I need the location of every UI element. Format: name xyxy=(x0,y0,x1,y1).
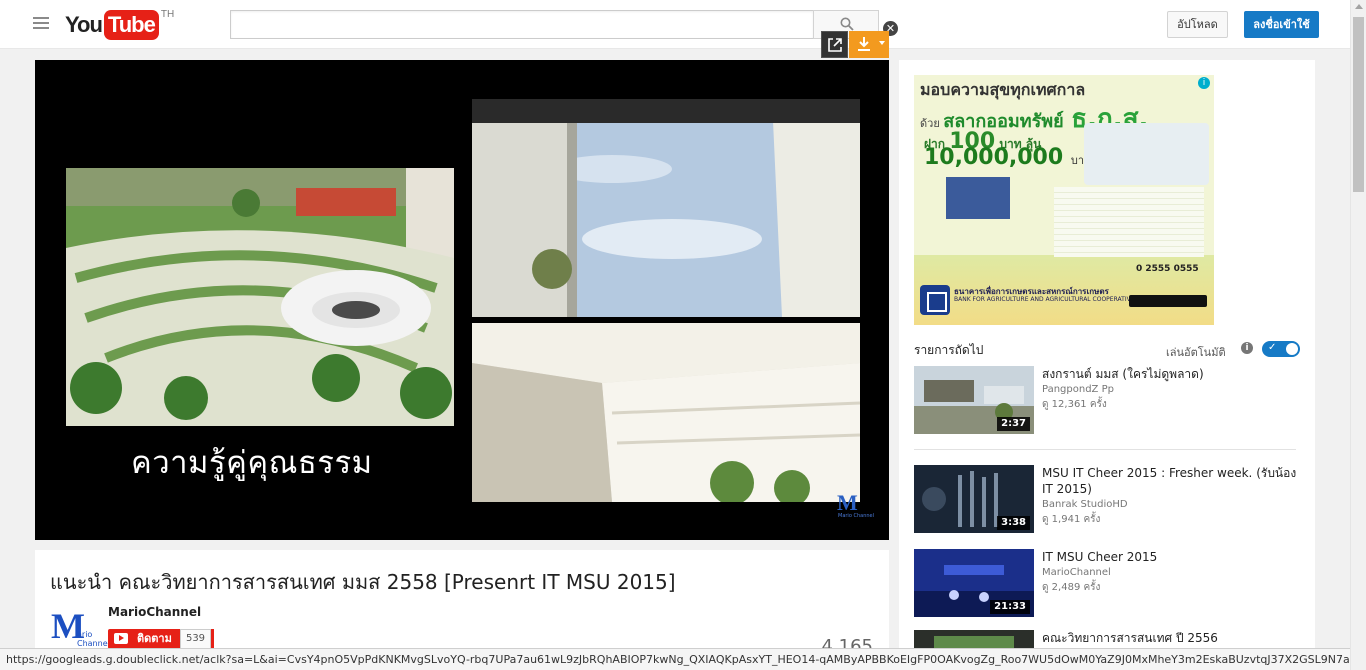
channel-watermark-sub: Mario Channel xyxy=(838,513,874,519)
ad-prize-amount: 10,000,000 xyxy=(924,145,1064,170)
video-caption-overlay: ความรู้คู่คุณธรรม xyxy=(131,445,373,481)
autoplay-label: เล่นอัตโนมัติ xyxy=(1166,346,1226,359)
youtube-play-icon xyxy=(114,633,128,644)
upload-button[interactable]: อัปโหลด xyxy=(1167,11,1228,38)
ad-map-image xyxy=(946,177,1010,219)
recommended-channel: PangpondZ Pp xyxy=(1042,384,1114,395)
autoplay-toggle[interactable]: ✓ xyxy=(1262,341,1300,357)
recommended-title-text: IT MSU Cheer 2015 xyxy=(1042,550,1158,564)
video-frame-campus-garden xyxy=(66,168,454,426)
recommended-views: ดู 2,489 ครั้ง xyxy=(1042,582,1101,593)
video-frame-building-sky xyxy=(472,99,860,317)
logo-tube-text: Tube xyxy=(103,10,159,40)
recommended-title-text: สงกรานต์ มมส (ใครไม่ดูพลาด) xyxy=(1042,367,1204,381)
video-title: แนะนำ คณะวิทยาการสารสนเทศ มมส 2558 [Pres… xyxy=(50,570,676,594)
signin-button[interactable]: ลงชื่อเข้าใช้ xyxy=(1244,11,1319,38)
bank-logo-icon xyxy=(920,285,950,315)
ad-prize-table xyxy=(1054,187,1204,257)
watch-sidebar: มอบความสุขทุกเทศกาล ด้วย สลากออมทรัพย์ ธ… xyxy=(899,60,1315,670)
recommended-views: ดู 1,941 ครั้ง xyxy=(1042,514,1101,525)
scroll-up-arrow-icon[interactable] xyxy=(1355,4,1363,9)
toggle-knob xyxy=(1286,343,1298,355)
recommended-channel: MarioChannel xyxy=(1042,567,1111,578)
youtube-logo[interactable]: You Tube TH xyxy=(65,9,175,40)
video-duration: 21:33 xyxy=(990,600,1030,614)
info-icon[interactable]: i xyxy=(1241,342,1253,354)
logo-you-text: You xyxy=(65,12,103,37)
subscriber-count: 539 xyxy=(180,629,211,649)
recommended-video[interactable]: 3:38 MSU IT Cheer 2015 : Fresher week. (… xyxy=(914,465,1304,533)
video-duration: 2:37 xyxy=(997,417,1030,431)
page-scrollbar[interactable] xyxy=(1350,0,1366,670)
masthead: You Tube TH อัปโหลด ลงชื่อเข้าใช้ xyxy=(0,0,1350,49)
recommended-video-title[interactable]: สงกรานต์ มมส (ใครไม่ดูพลาด) PangpondZ Pp… xyxy=(1042,366,1297,413)
logo-country-code: TH xyxy=(160,9,175,20)
browser-status-bar: https://googleads.g.doubleclick.net/aclk… xyxy=(0,648,1350,670)
check-icon: ✓ xyxy=(1268,342,1277,353)
video-player[interactable]: ความรู้คู่คุณธรรม M Mario Channel xyxy=(35,60,889,540)
ad-bank-name-en: BANK FOR AGRICULTURE AND AGRICULTURAL CO… xyxy=(954,296,1139,303)
download-button[interactable] xyxy=(849,31,889,58)
scroll-thumb[interactable] xyxy=(1353,17,1364,192)
recommended-title-text: คณะวิทยาการสารสนเทศ ปี 2556 xyxy=(1042,631,1218,645)
recommended-views: ดู 12,361 ครั้ง xyxy=(1042,399,1107,410)
search-input[interactable] xyxy=(230,10,814,39)
ad-phone: 0 2555 0555 xyxy=(1136,264,1199,274)
external-link-icon xyxy=(828,38,842,52)
recommended-title-text: MSU IT Cheer 2015 : Fresher week. (รับน้… xyxy=(1042,466,1297,496)
divider xyxy=(914,449,1296,450)
channel-watermark[interactable]: M xyxy=(837,492,858,514)
up-next-label: รายการถัดไป xyxy=(914,343,984,357)
search-icon xyxy=(840,17,854,31)
download-icon xyxy=(858,37,870,51)
open-external-button[interactable] xyxy=(821,31,848,58)
recommended-video-title[interactable]: IT MSU Cheer 2015 MarioChannel ดู 2,489 … xyxy=(1042,549,1297,596)
video-thumbnail[interactable]: 3:38 xyxy=(914,465,1034,533)
recommended-video-title[interactable]: MSU IT Cheer 2015 : Fresher week. (รับน้… xyxy=(1042,465,1297,528)
recommended-video[interactable]: 2:37 สงกรานต์ มมส (ใครไม่ดูพลาด) Pangpon… xyxy=(914,366,1304,434)
video-frame-building-balconies xyxy=(472,323,860,502)
app-store-badges[interactable] xyxy=(1129,295,1207,307)
video-thumbnail[interactable]: 21:33 xyxy=(914,549,1034,617)
guide-menu-icon[interactable] xyxy=(33,17,49,31)
recommended-video[interactable]: 21:33 IT MSU Cheer 2015 MarioChannel ดู … xyxy=(914,549,1304,617)
recommended-video-title[interactable]: คณะวิทยาการสารสนเทศ ปี 2556 xyxy=(1042,630,1297,646)
avatar-text: ario Channel xyxy=(77,630,110,648)
chevron-down-icon xyxy=(879,41,885,45)
video-duration: 3:38 xyxy=(997,516,1030,530)
subscribe-label: ติดตาม xyxy=(137,632,172,645)
ad-prize: 10,000,000 บาท xyxy=(924,145,1091,170)
channel-name-link[interactable]: MarioChannel xyxy=(108,605,201,619)
recommended-channel: Banrak StudioHD xyxy=(1042,499,1128,510)
video-thumbnail[interactable]: 2:37 xyxy=(914,366,1034,434)
display-ad[interactable]: มอบความสุขทุกเทศกาล ด้วย สลากออมทรัพย์ ธ… xyxy=(914,75,1214,325)
ad-people-image xyxy=(1084,123,1209,185)
ad-info-icon[interactable]: i xyxy=(1198,77,1210,89)
